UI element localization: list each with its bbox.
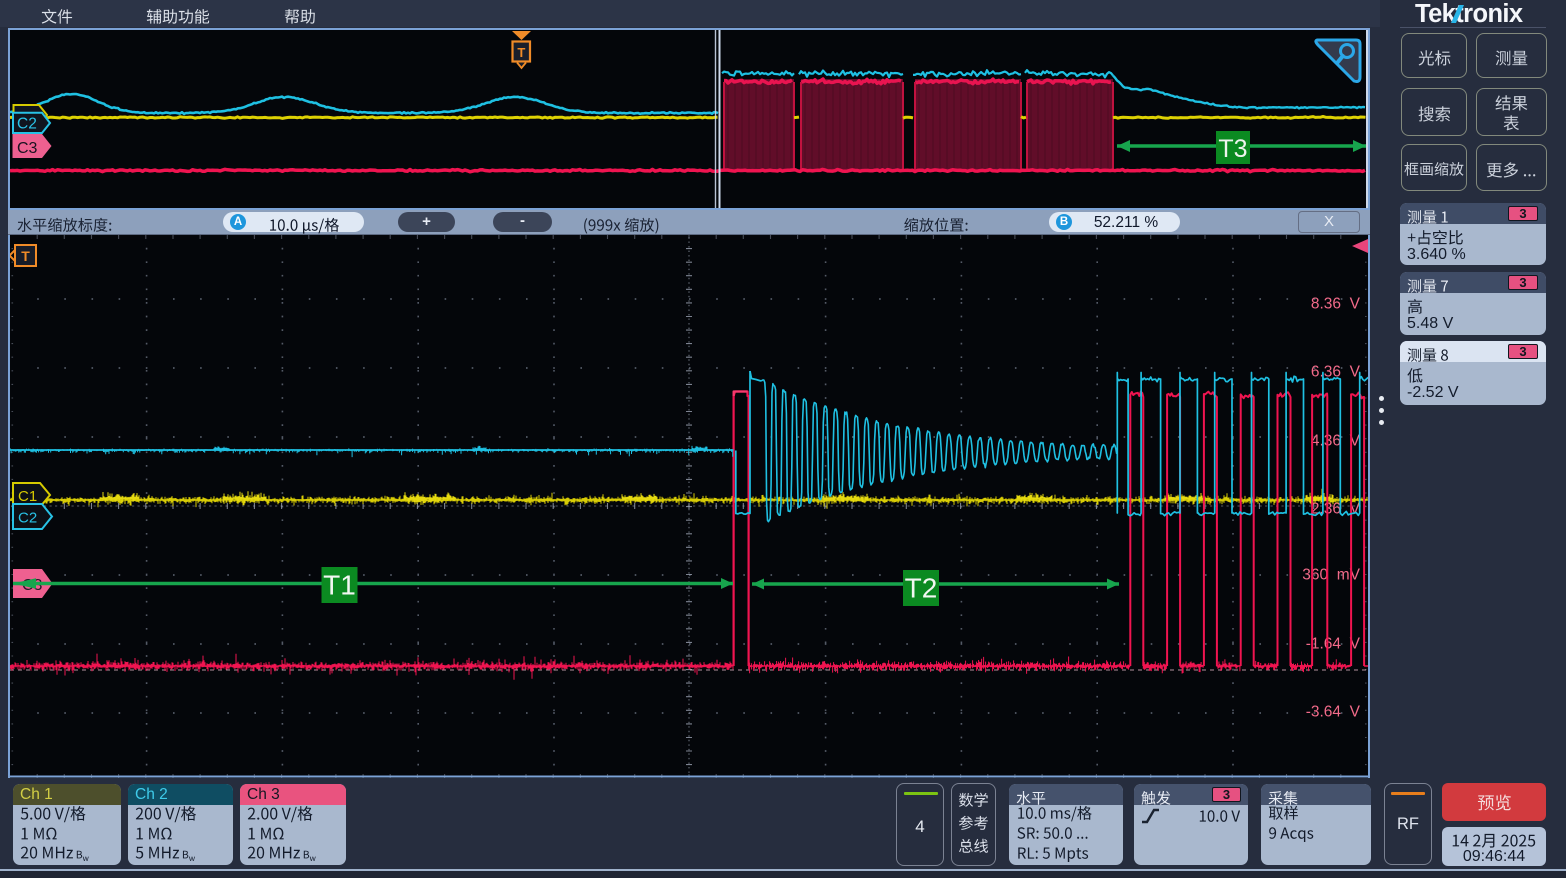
svg-text:C3: C3 xyxy=(17,140,38,157)
svg-text:T: T xyxy=(517,45,525,60)
svg-text:-1.64 V: -1.64 V xyxy=(1306,636,1361,653)
svg-text:C1: C1 xyxy=(18,488,37,505)
svg-text:T: T xyxy=(21,248,30,264)
svg-text:T1: T1 xyxy=(323,570,356,601)
svg-text:C2: C2 xyxy=(17,116,37,133)
svg-text:8.36 V: 8.36 V xyxy=(1311,296,1361,313)
svg-text:T2: T2 xyxy=(905,573,938,604)
svg-text:C2: C2 xyxy=(18,510,37,527)
svg-text:T3: T3 xyxy=(1218,135,1247,163)
svg-text:4.36 V: 4.36 V xyxy=(1311,433,1361,450)
svg-text:-3.64 V: -3.64 V xyxy=(1306,704,1361,721)
svg-text:2.36 V: 2.36 V xyxy=(1311,501,1361,518)
